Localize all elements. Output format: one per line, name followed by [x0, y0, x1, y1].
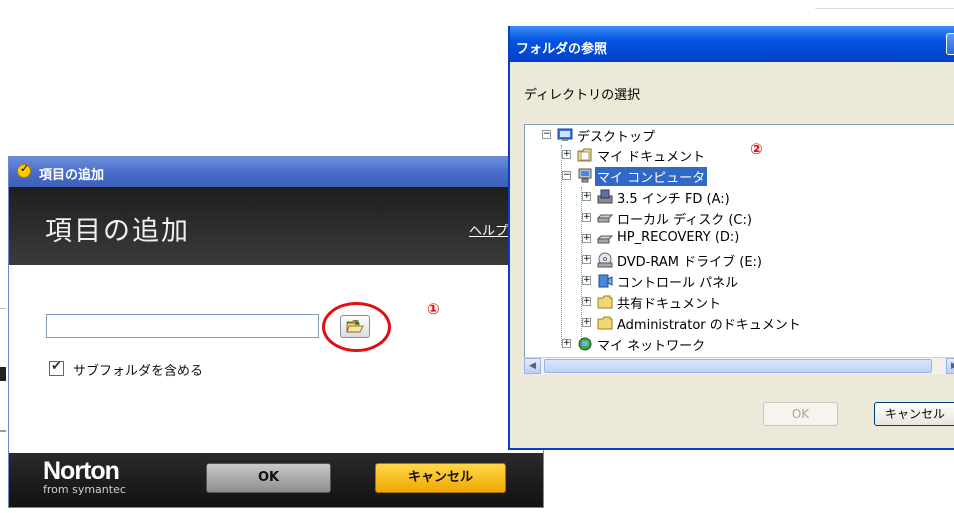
cancel-button[interactable]: キャンセル — [375, 463, 506, 493]
hard-disk-icon — [597, 214, 613, 223]
background-fragment — [0, 308, 6, 309]
include-subfolders-checkbox[interactable] — [49, 359, 64, 376]
network-icon — [578, 337, 592, 351]
expand-icon[interactable]: + — [582, 318, 591, 327]
folder-icon — [597, 316, 613, 330]
tree-item-label: 共有ドキュメント — [617, 297, 722, 312]
collapse-icon[interactable]: − — [542, 130, 551, 139]
expand-icon[interactable]: + — [562, 339, 571, 348]
scroll-thumb[interactable] — [544, 359, 932, 373]
close-button[interactable] — [946, 33, 954, 55]
dialog-header: 項目の追加 ヘルプ — [9, 187, 543, 265]
annotation-marker-2: ② — [750, 140, 763, 158]
dvd-drive-icon — [597, 252, 613, 268]
my-computer-icon — [578, 168, 592, 183]
browse-folder-dialog: フォルダの参照 ディレクトリの選択 − デスクトップ + マイ ドキュメント −… — [508, 26, 954, 450]
folder-tree[interactable]: − デスクトップ + マイ ドキュメント − マイ コンピュータ + 3.5 イ… — [524, 124, 954, 370]
collapse-icon[interactable]: − — [562, 171, 571, 180]
expand-icon[interactable]: + — [582, 297, 591, 306]
highlight-circle — [322, 302, 391, 352]
tree-item-label: 3.5 インチ FD (A:) — [617, 192, 730, 207]
background-fragment — [0, 430, 6, 432]
folder-icon — [597, 295, 613, 309]
scroll-left-button[interactable]: ◀ — [524, 358, 541, 374]
ok-button[interactable]: OK — [206, 463, 331, 493]
tree-item-label: HP_RECOVERY (D:) — [617, 230, 740, 245]
desktop-icon — [557, 128, 573, 141]
expand-icon[interactable]: + — [582, 192, 591, 201]
path-input[interactable] — [46, 314, 319, 338]
expand-icon[interactable]: + — [582, 234, 591, 243]
logo-text: Norton — [43, 457, 120, 485]
tree-item-label: マイ コンピュータ — [595, 167, 708, 186]
tree-item-label: マイ ネットワーク — [597, 339, 706, 354]
horizontal-scrollbar[interactable]: ◀ ▶ — [524, 357, 954, 374]
title-bar[interactable]: フォルダの参照 — [510, 26, 954, 62]
tree-item-label: マイ ドキュメント — [597, 150, 706, 165]
tree-item-label: コントロール パネル — [617, 276, 739, 291]
norton-logo: Norton from symantec — [43, 457, 126, 496]
ok-button[interactable]: OK — [763, 402, 838, 426]
help-link[interactable]: ヘルプ — [469, 220, 508, 239]
tree-item-label: Administrator のドキュメント — [617, 318, 801, 333]
control-panel-icon — [598, 274, 613, 288]
window-title: フォルダの参照 — [516, 42, 608, 57]
tree-item-label: ローカル ディスク (C:) — [617, 213, 752, 228]
include-subfolders-label: サブフォルダを含める — [73, 364, 204, 379]
cancel-button[interactable]: キャンセル — [874, 402, 954, 426]
title-bar[interactable]: 項目の追加 — [9, 157, 543, 187]
expand-icon[interactable]: + — [582, 276, 591, 285]
dialog-footer: Norton from symantec OK キャンセル — [9, 453, 543, 507]
background-divider — [815, 8, 954, 9]
expand-icon[interactable]: + — [562, 150, 571, 159]
my-documents-icon — [577, 148, 592, 162]
dialog-description: ディレクトリの選択 — [524, 88, 641, 103]
norton-check-icon — [17, 162, 31, 178]
expand-icon[interactable]: + — [582, 213, 591, 222]
tree-item-label: デスクトップ — [577, 130, 656, 145]
expand-icon[interactable]: + — [582, 255, 591, 264]
scroll-right-button[interactable]: ▶ — [946, 358, 954, 374]
page-title: 項目の追加 — [45, 216, 190, 247]
floppy-drive-icon — [597, 189, 613, 204]
add-item-dialog: 項目の追加 項目の追加 ヘルプ ① サブフォルダを含める Norton from… — [8, 156, 544, 508]
tree-item-label: DVD-RAM ドライブ (E:) — [617, 255, 762, 270]
window-title: 項目の追加 — [39, 168, 105, 183]
annotation-marker-1: ① — [427, 300, 440, 318]
background-fragment — [0, 367, 6, 381]
hard-disk-icon — [597, 235, 613, 244]
logo-subtext: from symantec — [43, 483, 126, 496]
